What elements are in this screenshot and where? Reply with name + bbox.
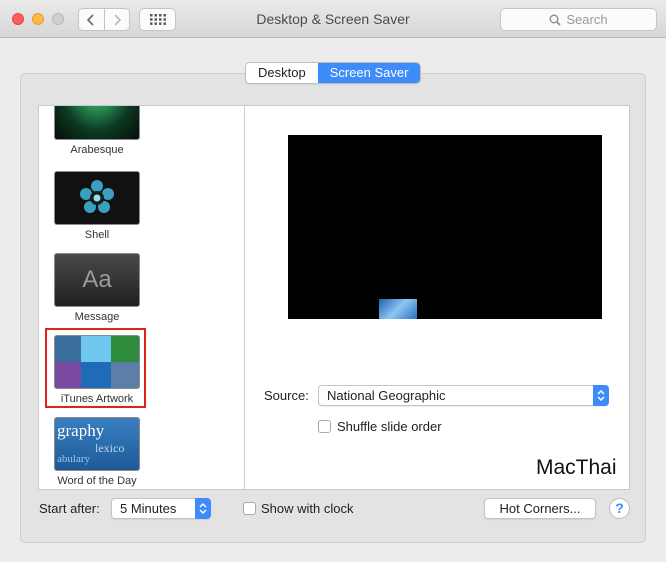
screen-saver-list[interactable]: Arabesque Shell Aa Message iTunes Artwor… [39, 106, 245, 489]
search-field[interactable]: Search [500, 8, 657, 31]
saver-arabesque[interactable]: Arabesque [53, 106, 141, 156]
screen-saver-preview [288, 135, 602, 319]
show-clock-label: Show with clock [261, 501, 354, 516]
search-icon [549, 14, 561, 26]
preview-photo [379, 299, 417, 319]
source-label: Source: [264, 388, 309, 403]
shuffle-label: Shuffle slide order [337, 419, 442, 434]
saver-word-of-the-day[interactable]: graphy lexico abulary Word of the Day [53, 417, 141, 487]
start-after-label: Start after: [39, 501, 100, 516]
message-thumbnail: Aa [54, 253, 140, 307]
saver-shell[interactable]: Shell [53, 171, 141, 241]
source-value: National Geographic [327, 388, 446, 403]
show-clock-checkbox[interactable] [243, 502, 256, 515]
saver-label: Arabesque [70, 144, 124, 156]
tab-screen-saver[interactable]: Screen Saver [317, 63, 421, 83]
tab-desktop[interactable]: Desktop [246, 63, 318, 83]
shuffle-option[interactable]: Shuffle slide order [318, 419, 442, 434]
title-bar: Desktop & Screen Saver Search [0, 0, 666, 38]
selection-highlight [45, 328, 146, 408]
message-thumb-text: Aa [82, 266, 112, 293]
tab-control: Desktop Screen Saver [245, 62, 422, 84]
source-select[interactable]: National Geographic [318, 385, 609, 406]
shuffle-checkbox[interactable] [318, 420, 331, 433]
show-clock-option[interactable]: Show with clock [243, 501, 353, 516]
shell-thumbnail [54, 171, 140, 225]
thumb-word-3: abulary [57, 453, 90, 465]
watermark-text: MacThai [536, 456, 617, 479]
saver-label: Shell [84, 229, 110, 241]
hot-corners-button[interactable]: Hot Corners... [484, 498, 596, 519]
thumb-word-2: lexico [95, 441, 125, 455]
saver-message[interactable]: Aa Message [53, 253, 141, 323]
search-placeholder: Search [566, 12, 608, 27]
saver-label: Word of the Day [57, 475, 137, 487]
popup-arrows-icon [195, 498, 211, 519]
start-after-value: 5 Minutes [120, 501, 177, 516]
word-of-the-day-thumbnail: graphy lexico abulary [54, 417, 140, 471]
start-after-select[interactable]: 5 Minutes [111, 498, 211, 519]
shell-pattern-icon [80, 180, 114, 213]
arabesque-thumbnail [54, 106, 140, 140]
thumb-word-1: graphy [57, 421, 105, 440]
saver-label: Message [74, 311, 120, 323]
content-area: Arabesque Shell Aa Message iTunes Artwor… [38, 105, 630, 490]
popup-arrows-icon [593, 385, 609, 406]
help-button[interactable]: ? [609, 498, 630, 519]
